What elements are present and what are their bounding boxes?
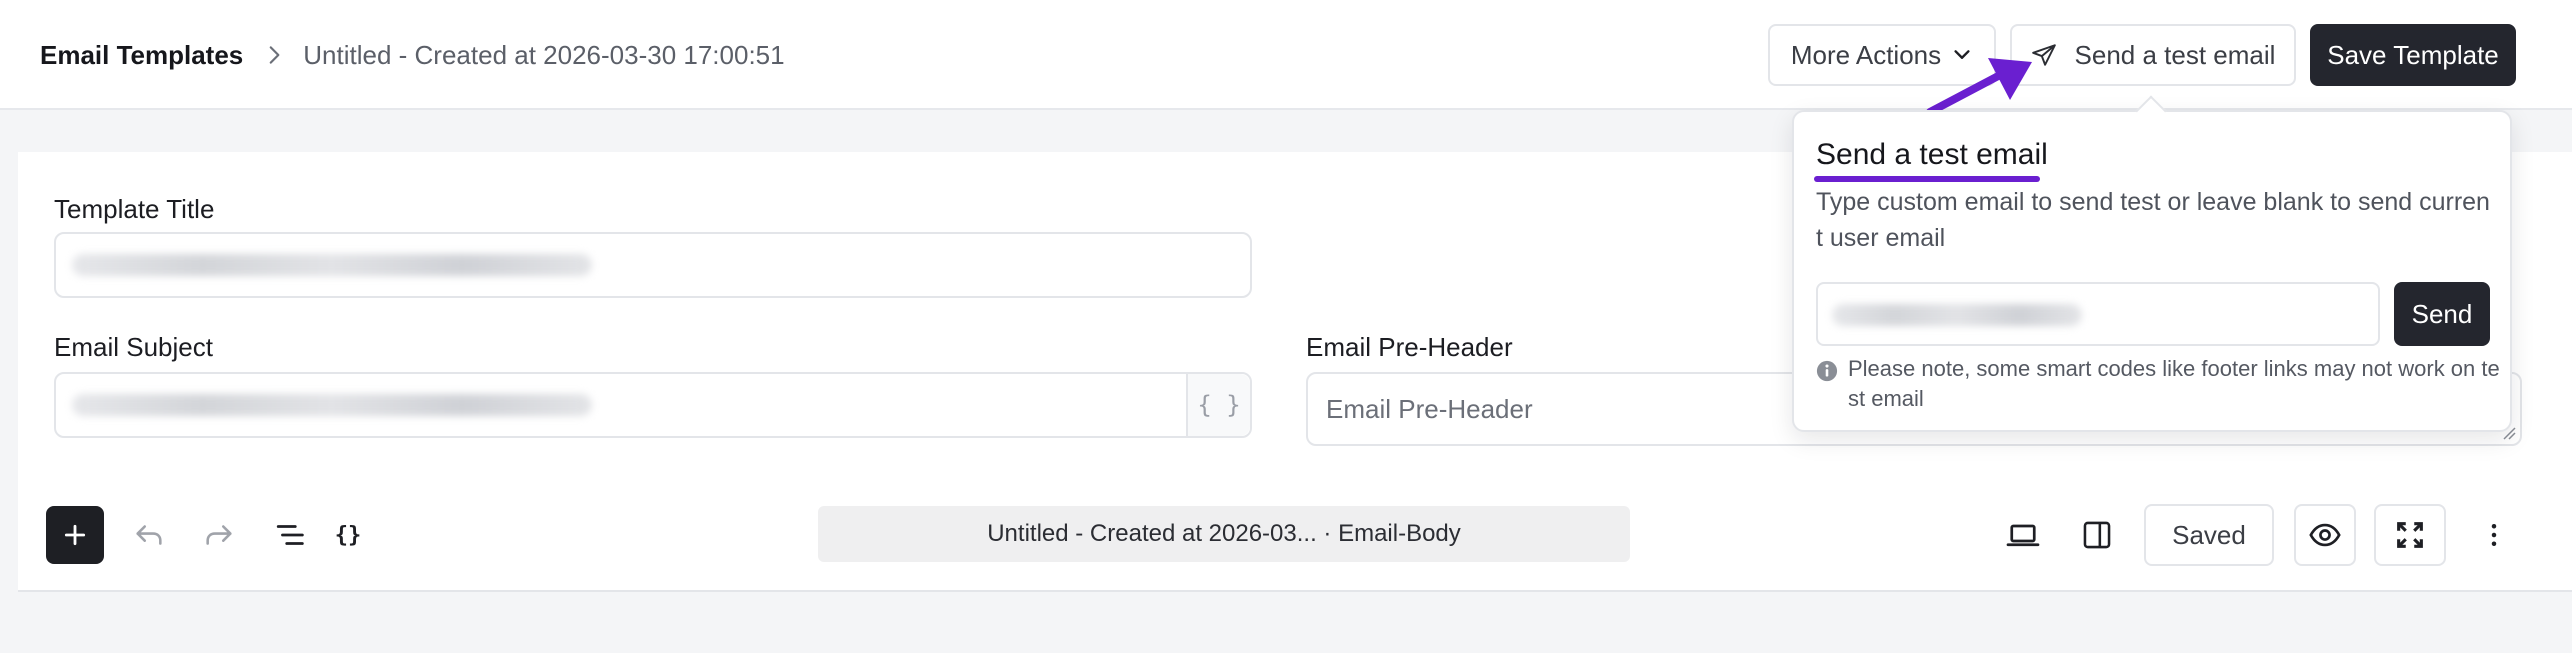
fullscreen-icon xyxy=(2397,522,2423,548)
eye-icon xyxy=(2309,523,2341,547)
popover-note: Please note, some smart codes like foote… xyxy=(1816,354,2502,414)
save-template-label: Save Template xyxy=(2327,39,2499,70)
email-subject-input[interactable]: { } xyxy=(54,372,1252,438)
popover-description: Type custom email to send test or leave … xyxy=(1816,188,2490,252)
top-header: Email Templates Untitled - Created at 20… xyxy=(0,0,2572,110)
redacted-text xyxy=(1832,304,2082,326)
undo-icon xyxy=(136,525,162,545)
smart-codes-button[interactable]: {} xyxy=(330,512,366,558)
settings-sidebar-toggle[interactable] xyxy=(2074,512,2120,558)
curly-braces-icon: {} xyxy=(334,522,362,548)
annotation-underline xyxy=(1814,176,2040,182)
redo-button[interactable] xyxy=(196,512,242,558)
redo-icon xyxy=(206,525,232,545)
send-test-email-button[interactable]: Send a test email xyxy=(2010,24,2296,86)
send-button[interactable]: Send xyxy=(2394,282,2490,346)
saved-label: Saved xyxy=(2172,519,2246,550)
undo-button[interactable] xyxy=(126,512,172,558)
braces-icon: { } xyxy=(1197,391,1241,419)
plus-icon xyxy=(64,524,86,546)
template-title-label: Template Title xyxy=(54,194,215,224)
redacted-text xyxy=(72,394,592,416)
device-preview-button[interactable] xyxy=(2000,512,2046,558)
info-icon xyxy=(1816,360,1838,382)
pre-header-label: Email Pre-Header xyxy=(1306,332,1513,362)
popover-note-text: Please note, some smart codes like foote… xyxy=(1848,356,2500,411)
preview-button[interactable] xyxy=(2294,504,2356,566)
vertical-dots-icon xyxy=(2491,524,2497,546)
sidebar-toggle-icon xyxy=(2083,521,2111,549)
saved-status-button[interactable]: Saved xyxy=(2144,504,2274,566)
document-title-bar[interactable]: Untitled - Created at 2026-03... · Email… xyxy=(818,506,1630,562)
add-block-button[interactable] xyxy=(46,506,104,564)
smart-code-picker-button[interactable]: { } xyxy=(1186,374,1250,436)
email-subject-label: Email Subject xyxy=(54,332,213,362)
document-title: Untitled - Created at 2026-03... · Email… xyxy=(987,520,1461,547)
more-options-button[interactable] xyxy=(2474,512,2514,558)
send-test-email-label: Send a test email xyxy=(2074,39,2276,70)
template-title-input[interactable] xyxy=(54,232,1252,298)
fullscreen-button[interactable] xyxy=(2374,504,2446,566)
send-label: Send xyxy=(2411,298,2473,329)
list-view-icon xyxy=(276,525,304,545)
test-email-input[interactable] xyxy=(1816,282,2380,346)
pre-header-placeholder: Email Pre-Header xyxy=(1326,394,1533,424)
document-overview-button[interactable] xyxy=(268,512,314,558)
breadcrumb-email-templates[interactable]: Email Templates xyxy=(40,40,243,71)
laptop-icon xyxy=(2006,524,2040,547)
send-test-email-popover: Send a test email Type custom email to s… xyxy=(1792,110,2512,432)
popover-title: Send a test email xyxy=(1816,138,2048,171)
save-template-button[interactable]: Save Template xyxy=(2310,24,2516,86)
breadcrumb-current-template: Untitled - Created at 2026-03-30 17:00:5… xyxy=(303,39,785,70)
redacted-text xyxy=(72,254,592,276)
chevron-right-icon xyxy=(269,46,280,64)
breadcrumb: Email Templates Untitled - Created at 20… xyxy=(40,38,785,72)
